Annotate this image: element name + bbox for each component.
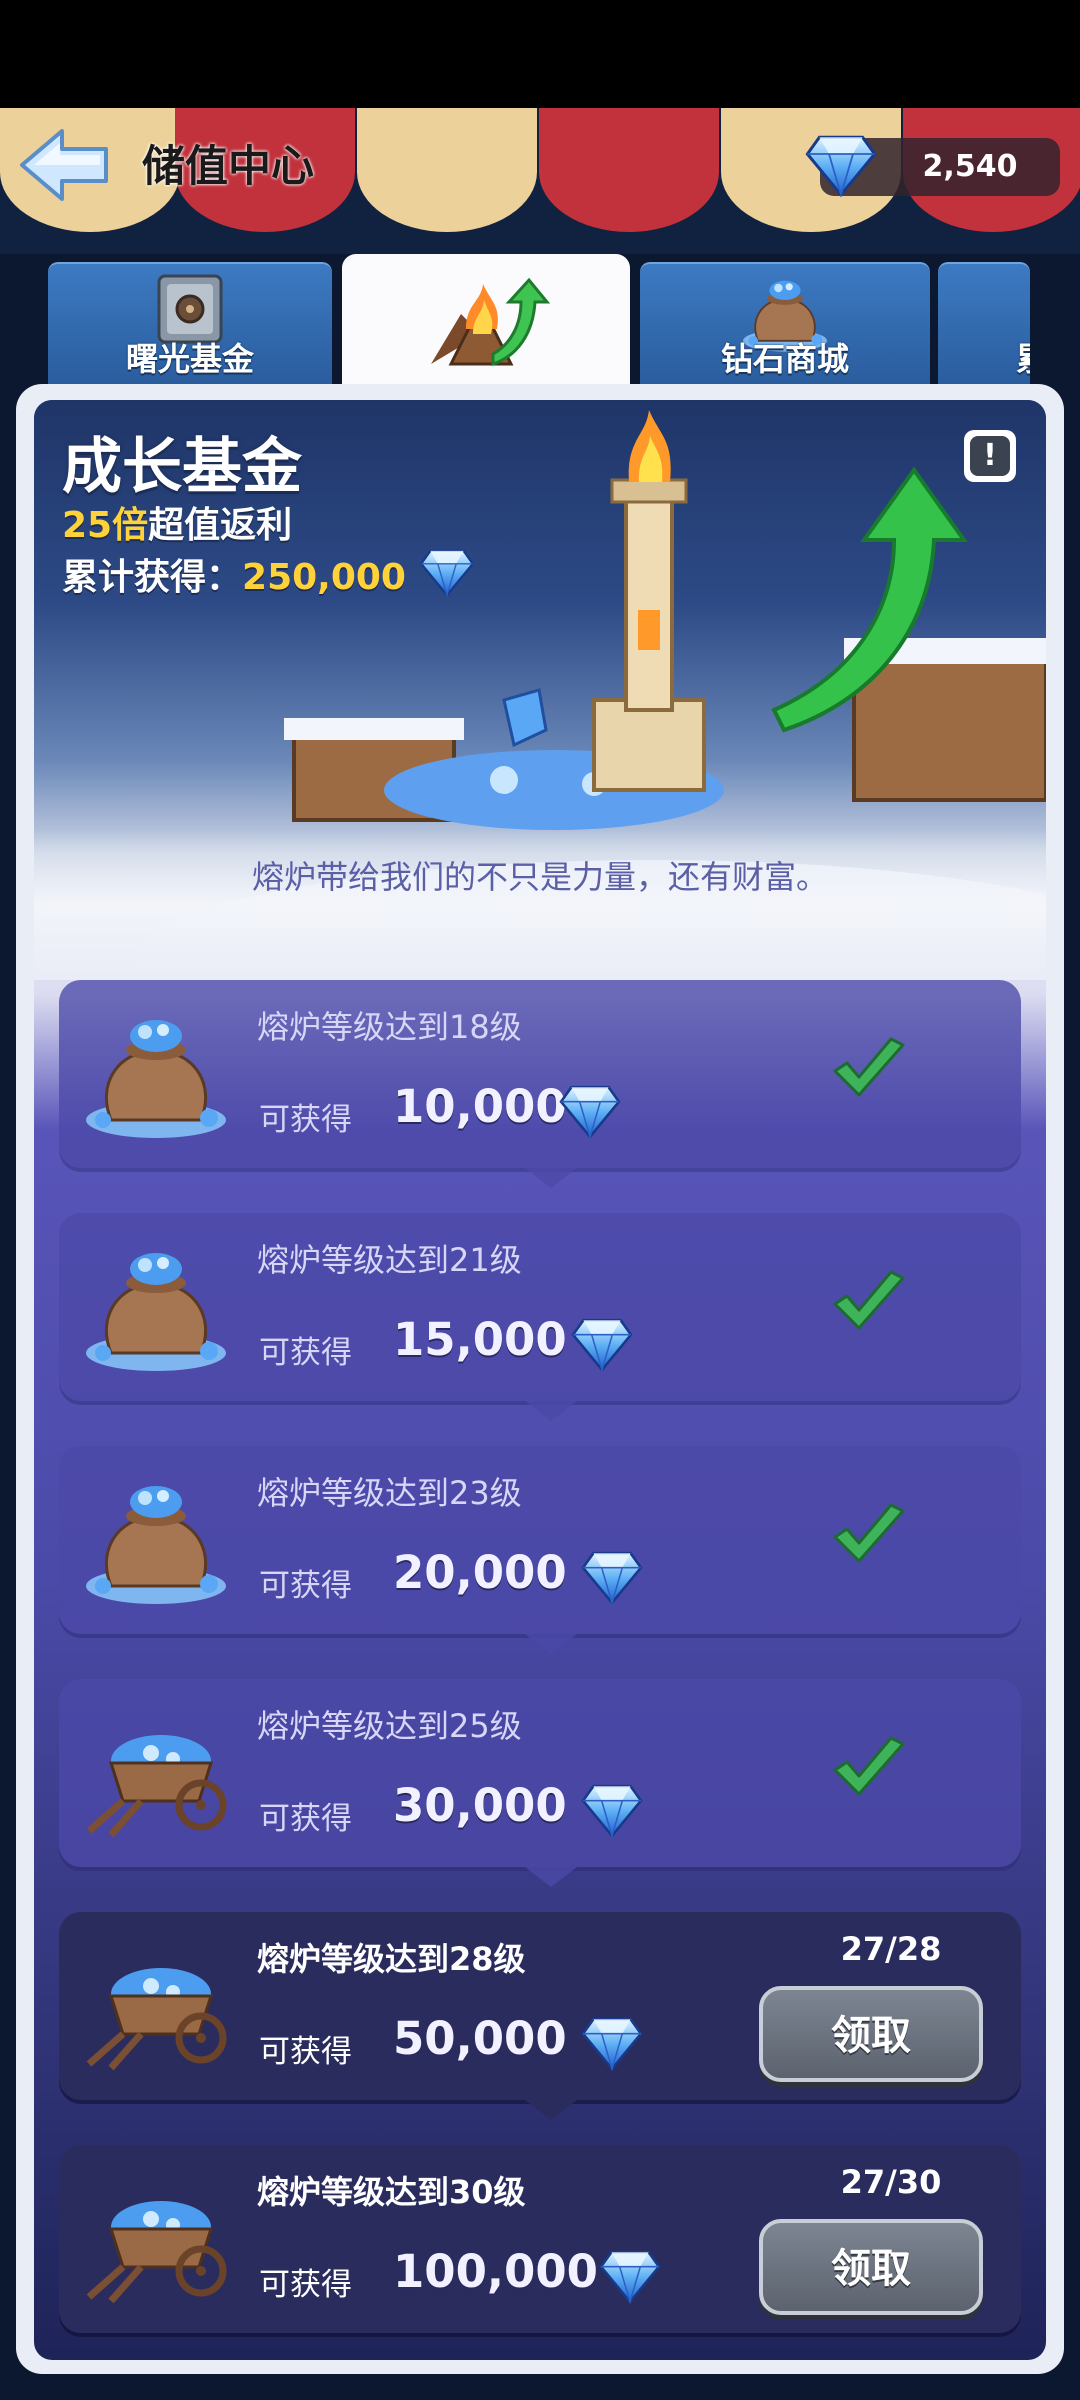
tab-diamond-shop[interactable]: 钻石商城 [640, 262, 930, 384]
diamond-icon [419, 549, 475, 597]
diamond-cart-icon [81, 1701, 231, 1841]
reward-condition: 熔炉等级达到18级 [257, 1008, 522, 1046]
diamond-icon [805, 134, 877, 198]
reward-card: 熔炉等级达到28级 可获得 50,000 27/28 领取 [59, 1912, 1021, 2120]
checkmark-icon [833, 1037, 905, 1097]
reward-label: 可获得 [259, 1801, 352, 1837]
card-connector [525, 1867, 577, 1887]
bottom-edge [0, 2384, 1080, 2400]
reward-condition: 熔炉等级达到21级 [257, 1241, 522, 1279]
reward-card: 熔炉等级达到23级 可获得 20,000 [59, 1446, 1021, 1654]
header-scallop [539, 108, 719, 232]
diamond-icon [581, 1783, 643, 1839]
reward-label: 可获得 [259, 2034, 352, 2070]
reward-amount: 50,000 [393, 2012, 567, 2065]
total-value: 250,000 [242, 557, 406, 598]
reward-condition: 熔炉等级达到28级 [257, 1940, 526, 1978]
card-connector [525, 1634, 577, 1654]
tab-cumulative[interactable]: 累 [938, 262, 1030, 384]
card-connector [525, 1401, 577, 1421]
info-button[interactable]: ! [964, 430, 1016, 482]
diamond-icon [559, 1084, 621, 1140]
multiplier-value: 25倍 [62, 505, 149, 546]
banner-multiplier-line: 25倍超值返利 [62, 496, 292, 548]
diamond-icon [599, 2249, 661, 2305]
header-scallop [357, 108, 537, 232]
level-progress: 27/28 [840, 1930, 942, 1968]
reward-condition: 熔炉等级达到23级 [257, 1474, 522, 1512]
diamond-icon [581, 1550, 643, 1606]
currency-value: 2,540 [922, 149, 1018, 184]
reward-label: 可获得 [259, 2267, 352, 2303]
furnace-growth-icon [431, 277, 551, 367]
reward-amount: 10,000 [393, 1080, 567, 1133]
two-diamond-sacks-icon [81, 1235, 231, 1375]
claim-button[interactable]: 领取 [759, 1986, 983, 2082]
diamond-icon [571, 1317, 633, 1373]
diamond-carts-large-icon [81, 2167, 231, 2307]
reward-card: 熔炉等级达到25级 可获得 30,000 [59, 1679, 1021, 1887]
banner-tagline: 熔炉带给我们的不只是力量，还有财富。 [251, 858, 828, 896]
diamond-cart-sacks-icon [81, 1934, 231, 2074]
reward-condition: 熔炉等级达到25级 [257, 1707, 522, 1745]
status-bar [0, 0, 1080, 108]
reward-card: 熔炉等级达到18级 可获得 10,000 [59, 980, 1021, 1188]
reward-amount: 30,000 [393, 1779, 567, 1832]
reward-amount: 15,000 [393, 1313, 567, 1366]
tab-label: 累 [938, 334, 1030, 380]
reward-amount: 20,000 [393, 1546, 567, 1599]
claim-button[interactable]: 领取 [759, 2219, 983, 2315]
diamond-icon [581, 2016, 643, 2072]
banner-title: 成长基金 [62, 432, 302, 502]
reward-amount: 100,000 [393, 2245, 598, 2298]
diamond-sacks-pile-icon [81, 1468, 231, 1608]
page-title: 储值中心 [142, 142, 314, 192]
reward-label: 可获得 [259, 1568, 352, 1604]
tab-label: 钻石商城 [720, 340, 849, 378]
reward-card: 熔炉等级达到21级 可获得 15,000 [59, 1213, 1021, 1421]
banner-total-line: 累计获得：250,000 [62, 548, 475, 600]
total-label: 累计获得： [62, 557, 243, 598]
tab-dawn-fund[interactable]: 曙光基金 [48, 262, 332, 384]
card-connector [525, 1168, 577, 1188]
checkmark-icon [833, 1503, 905, 1563]
small-diamond-sack-icon [81, 1002, 231, 1142]
growth-fund-panel: 成长基金 25倍超值返利 累计获得：250,000 ! 熔炉带给我们的不只是力量… [34, 400, 1046, 2360]
reward-condition: 熔炉等级达到30级 [257, 2173, 526, 2211]
info-icon: ! [970, 436, 1010, 476]
checkmark-icon [833, 1736, 905, 1796]
reward-label: 可获得 [259, 1335, 352, 1371]
reward-label: 可获得 [259, 1102, 352, 1138]
reward-card: 熔炉等级达到30级 可获得 100,000 27/30 领取 [59, 2145, 1021, 2333]
card-connector [525, 2100, 577, 2120]
back-button[interactable] [10, 125, 118, 205]
level-progress: 27/30 [840, 2163, 942, 2201]
tab-label: 曙光基金 [125, 340, 254, 378]
checkmark-icon [833, 1270, 905, 1330]
tab-growth-fund[interactable] [342, 254, 630, 394]
multiplier-suffix: 超值返利 [148, 505, 293, 546]
back-arrow-icon [20, 129, 108, 201]
